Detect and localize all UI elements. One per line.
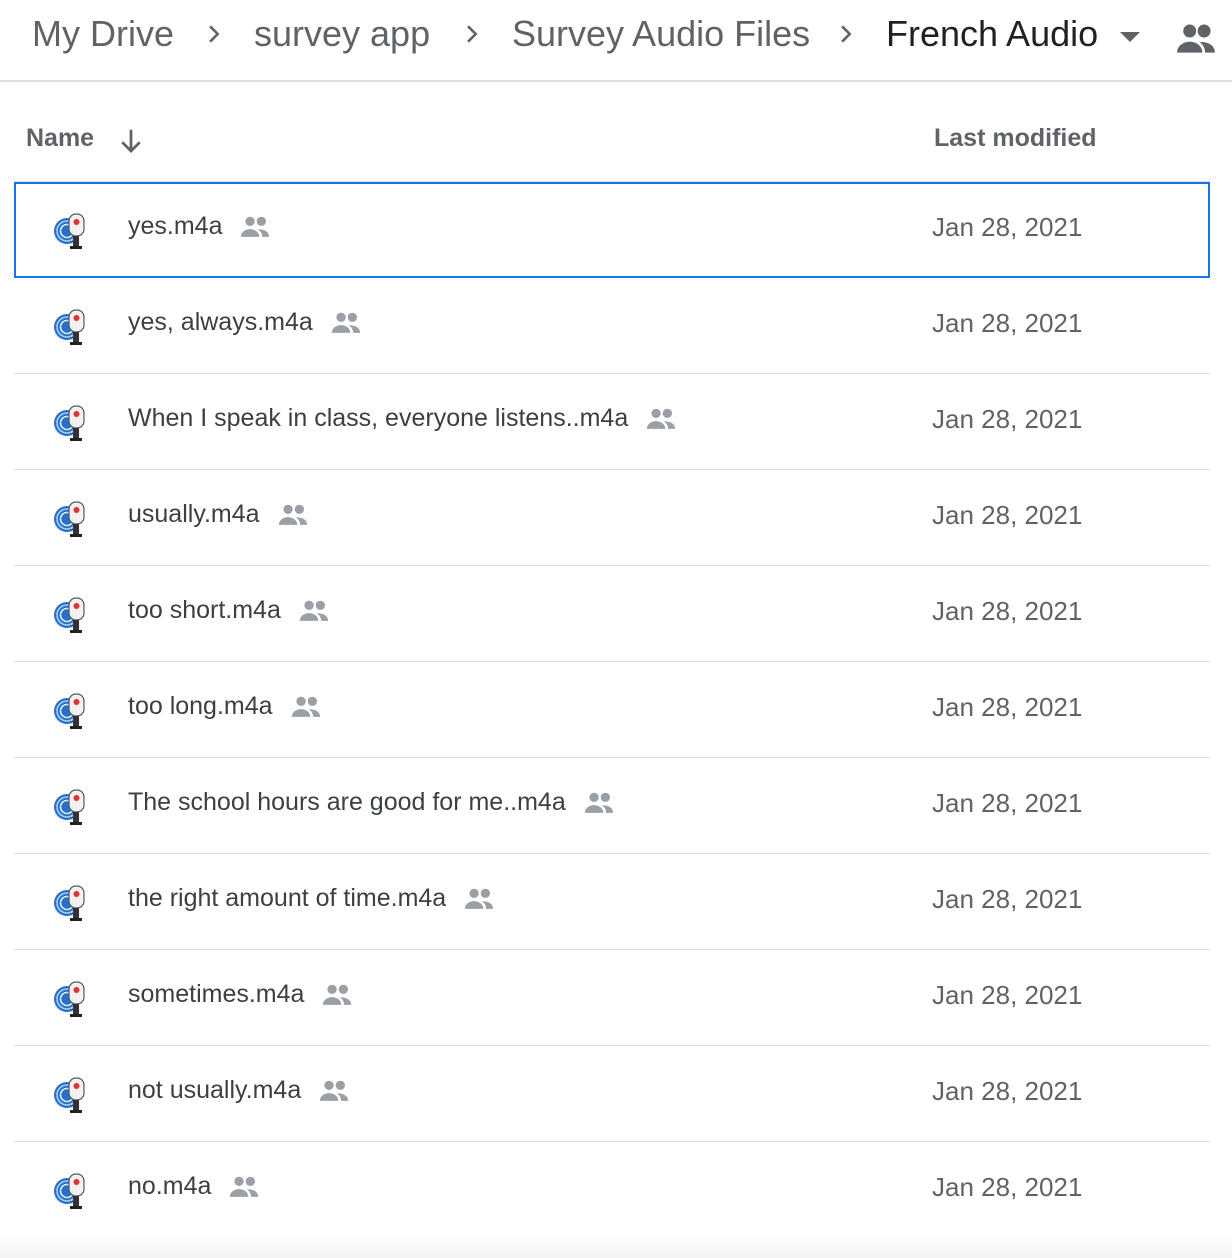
file-name-text: the right amount of time.m4a (128, 884, 447, 912)
shared-people-icon (317, 1079, 351, 1103)
shared-people-icon (238, 215, 272, 239)
audio-file-icon (52, 1170, 90, 1210)
file-name: usually.m4a (128, 500, 310, 529)
people-icon[interactable] (1174, 22, 1218, 58)
audio-file-icon (52, 786, 90, 826)
column-header: Name Last modified (14, 84, 1210, 182)
audio-file-icon (52, 882, 90, 922)
file-name: yes, always.m4a (128, 308, 363, 337)
audio-file-icon (52, 690, 90, 730)
chevron-right-icon (458, 20, 486, 48)
audio-file-icon (52, 402, 90, 442)
audio-file-icon (52, 306, 90, 346)
shared-people-icon (320, 983, 354, 1007)
file-list: yes.m4a Jan 28, 2021 yes, always.m4a Jan… (14, 182, 1210, 1238)
file-row[interactable]: yes.m4a Jan 28, 2021 (14, 182, 1210, 278)
file-row[interactable]: too long.m4a Jan 28, 2021 (14, 662, 1210, 758)
shared-people-icon (276, 503, 310, 527)
file-modified-date: Jan 28, 2021 (932, 788, 1083, 818)
file-name-text: The school hours are good for me..m4a (128, 788, 566, 816)
audio-file-icon (52, 594, 90, 634)
arrow-down-icon[interactable] (116, 126, 146, 156)
shared-people-icon (462, 887, 496, 911)
file-row[interactable]: When I speak in class, everyone listens.… (14, 374, 1210, 470)
arrow-drop-down-icon[interactable] (1114, 22, 1146, 50)
file-modified-date: Jan 28, 2021 (932, 1076, 1083, 1106)
file-name: the right amount of time.m4a (128, 884, 496, 913)
file-name-text: When I speak in class, everyone listens.… (128, 404, 629, 432)
file-modified-date: Jan 28, 2021 (932, 884, 1083, 914)
breadcrumb-my-drive[interactable]: My Drive (32, 12, 174, 56)
file-name: When I speak in class, everyone listens.… (128, 404, 678, 433)
file-name-text: no.m4a (128, 1172, 212, 1200)
file-row[interactable]: the right amount of time.m4a Jan 28, 202… (14, 854, 1210, 950)
file-modified-date: Jan 28, 2021 (932, 404, 1083, 434)
file-modified-date: Jan 28, 2021 (932, 212, 1083, 242)
file-row[interactable]: not usually.m4a Jan 28, 2021 (14, 1046, 1210, 1142)
breadcrumb-survey-audio-files[interactable]: Survey Audio Files (512, 12, 810, 56)
file-name-text: sometimes.m4a (128, 980, 305, 1008)
file-name-text: too short.m4a (128, 596, 281, 624)
shared-people-icon (227, 1175, 261, 1199)
chevron-right-icon (832, 20, 860, 48)
audio-file-icon (52, 978, 90, 1018)
file-name: too short.m4a (128, 596, 331, 625)
file-name-text: not usually.m4a (128, 1076, 302, 1104)
audio-file-icon (52, 210, 90, 250)
file-modified-date: Jan 28, 2021 (932, 980, 1083, 1010)
file-name-text: yes, always.m4a (128, 308, 313, 336)
file-modified-date: Jan 28, 2021 (932, 500, 1083, 530)
file-name: too long.m4a (128, 692, 323, 721)
file-row[interactable]: The school hours are good for me..m4a Ja… (14, 758, 1210, 854)
file-modified-date: Jan 28, 2021 (932, 308, 1083, 338)
file-name-text: usually.m4a (128, 500, 260, 528)
breadcrumb-survey-app[interactable]: survey app (254, 12, 430, 56)
column-name-header[interactable]: Name (26, 124, 94, 153)
column-last-modified-header[interactable]: Last modified (934, 124, 1097, 153)
file-name: The school hours are good for me..m4a (128, 788, 616, 817)
file-row[interactable]: too short.m4a Jan 28, 2021 (14, 566, 1210, 662)
breadcrumb: My Drive survey app Survey Audio Files F… (0, 0, 1232, 82)
file-name: sometimes.m4a (128, 980, 354, 1009)
file-name-text: yes.m4a (128, 212, 223, 240)
shared-people-icon (289, 695, 323, 719)
list-bottom-edge (0, 1236, 1232, 1258)
shared-people-icon (644, 407, 678, 431)
file-modified-date: Jan 28, 2021 (932, 1172, 1083, 1202)
file-name-text: too long.m4a (128, 692, 273, 720)
shared-people-icon (329, 311, 363, 335)
file-name: no.m4a (128, 1172, 261, 1201)
file-row[interactable]: usually.m4a Jan 28, 2021 (14, 470, 1210, 566)
breadcrumb-french-audio[interactable]: French Audio (886, 12, 1098, 56)
audio-file-icon (52, 498, 90, 538)
file-row[interactable]: yes, always.m4a Jan 28, 2021 (14, 278, 1210, 374)
file-modified-date: Jan 28, 2021 (932, 596, 1083, 626)
shared-people-icon (297, 599, 331, 623)
audio-file-icon (52, 1074, 90, 1114)
file-name: not usually.m4a (128, 1076, 351, 1105)
file-modified-date: Jan 28, 2021 (932, 692, 1083, 722)
shared-people-icon (582, 791, 616, 815)
file-name: yes.m4a (128, 212, 272, 241)
chevron-right-icon (200, 20, 228, 48)
file-row[interactable]: sometimes.m4a Jan 28, 2021 (14, 950, 1210, 1046)
file-row[interactable]: no.m4a Jan 28, 2021 (14, 1142, 1210, 1238)
